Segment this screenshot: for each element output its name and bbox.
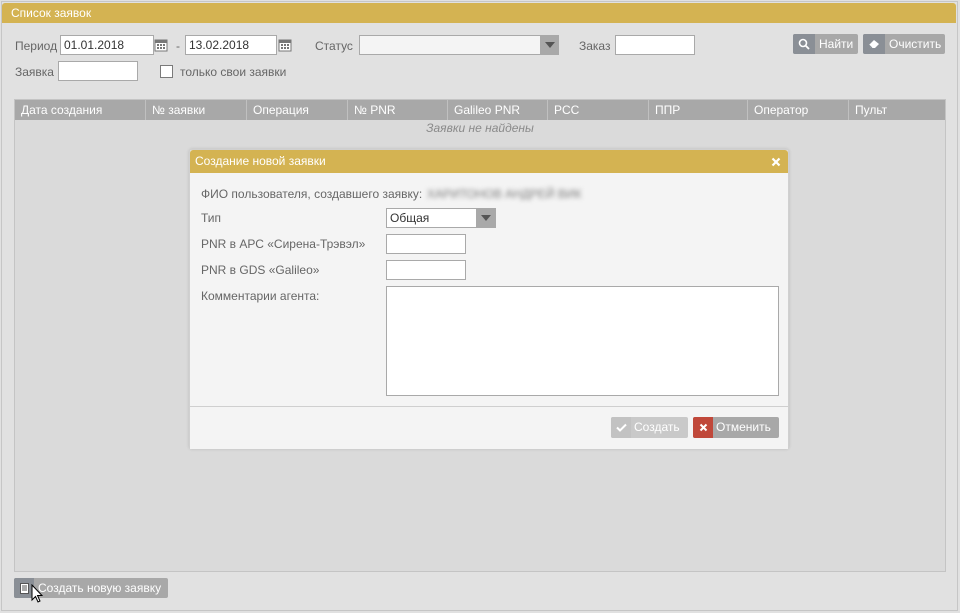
user-label: ФИО пользователя, создавшего заявку: [201,187,423,201]
type-value: Общая [390,211,430,225]
pnr-arc-label: PNR в АРС «Сирена-Трэвэл» [201,237,366,251]
window-title: Список заявок [2,3,956,23]
status-select[interactable] [359,35,559,55]
dialog-title: Создание новой заявки [190,150,788,173]
date-from-input[interactable] [60,35,154,55]
find-button[interactable]: Найти [793,34,858,54]
date-separator: - [176,39,180,53]
only-mine-checkbox[interactable] [160,65,173,78]
create-request-label: Создать новую заявку [38,581,162,595]
user-value: ХАРИТОНОВ АНДРЕЙ ВИК [427,187,582,201]
comment-textarea[interactable] [386,286,779,396]
column-header[interactable]: PCC [548,100,649,120]
period-label: Период [15,39,58,53]
calendar-icon[interactable] [152,35,170,55]
empty-message: Заявки не найдены [426,121,534,135]
type-label: Тип [201,211,222,225]
column-header[interactable]: Операция [247,100,348,120]
date-to-input[interactable] [185,35,277,55]
request-label: Заявка [15,65,54,79]
grid-header: Дата создания № заявки Операция № PNR Ga… [15,100,945,120]
column-header[interactable]: ППР [649,100,748,120]
x-icon [693,417,713,438]
pnr-gds-label: PNR в GDS «Galileo» [201,263,320,277]
order-label: Заказ [579,39,611,53]
request-input[interactable] [58,61,138,81]
status-value [360,38,363,52]
create-request-dialog: Создание новой заявки ФИО пользователя, … [189,149,789,449]
check-icon [611,417,631,438]
chevron-down-icon[interactable] [476,209,495,227]
dialog-footer: Создать Отменить [190,406,788,449]
column-header[interactable]: № PNR [348,100,448,120]
dialog-body: ФИО пользователя, создавшего заявку: ХАР… [190,173,788,406]
column-header[interactable]: Оператор [748,100,849,120]
clear-button[interactable]: Очистить [863,34,945,54]
mouse-cursor-icon [31,583,44,607]
create-button[interactable]: Создать [611,417,688,438]
cancel-button[interactable]: Отменить [693,417,779,438]
clear-label: Очистить [889,37,942,51]
status-label: Статус [315,39,353,53]
search-icon [793,34,815,54]
comment-label: Комментарии агента: [201,289,320,303]
column-header[interactable]: Galileo PNR [448,100,548,120]
order-input[interactable] [615,35,695,55]
find-label: Найти [819,37,854,51]
column-header[interactable]: Пульт [849,100,945,120]
only-mine-label: только свои заявки [180,65,287,79]
column-header[interactable]: Дата создания [15,100,146,120]
create-label: Создать [634,420,680,434]
pnr-arc-input[interactable] [386,234,466,254]
pnr-gds-input[interactable] [386,260,466,280]
calendar-icon[interactable] [276,35,294,55]
column-header[interactable]: № заявки [146,100,247,120]
close-icon[interactable] [771,156,781,167]
chevron-down-icon[interactable] [540,36,558,54]
type-select[interactable]: Общая [386,208,496,228]
eraser-icon [863,34,885,54]
cancel-label: Отменить [716,420,771,434]
